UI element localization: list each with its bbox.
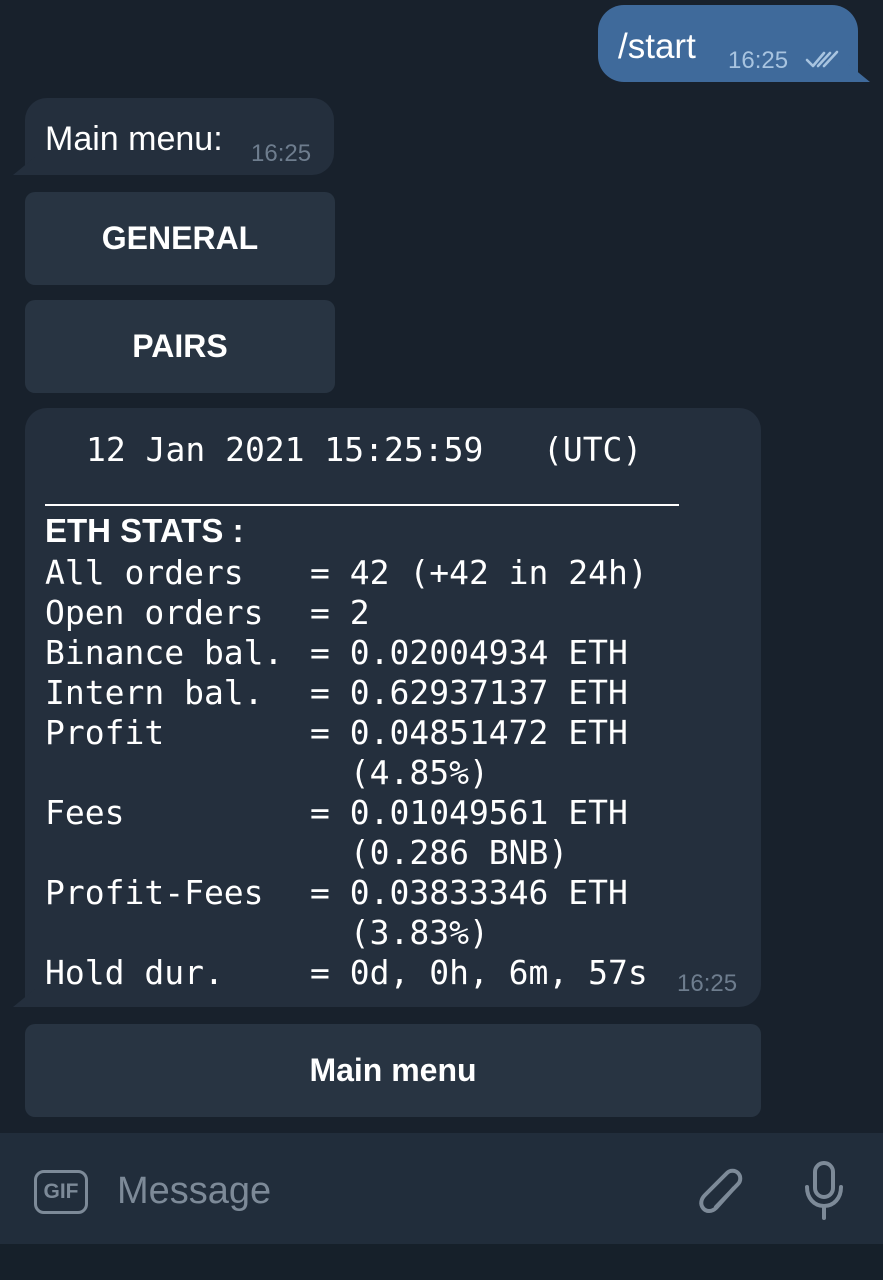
stats-label: Profit-Fees — [45, 873, 264, 912]
stats-label: Profit — [45, 713, 165, 752]
paperclip-icon[interactable] — [694, 1162, 746, 1220]
message-time: 16:25 — [251, 140, 312, 167]
double-check-icon — [805, 50, 839, 68]
microphone-icon[interactable] — [800, 1160, 848, 1222]
stats-label: Binance bal. — [45, 633, 284, 672]
stats-value: = 0.04851472 ETH — [310, 713, 628, 752]
message-time: 16:25 — [677, 970, 738, 997]
incoming-message-menu[interactable]: Main menu: 16:25 — [13, 98, 334, 175]
stats-value: (4.85%) — [310, 753, 489, 792]
stats-label: Fees — [45, 793, 125, 832]
pairs-button[interactable]: PAIRS — [25, 300, 335, 393]
bubble-tail — [13, 157, 35, 175]
stats-value: = 0.02004934 ETH — [310, 633, 628, 672]
message-text: Main menu: — [45, 120, 223, 158]
stats-label: All orders — [45, 553, 244, 592]
message-text: /start — [618, 27, 696, 66]
main-menu-button[interactable]: Main menu — [25, 1024, 761, 1117]
stats-value: = 42 (+42 in 24h) — [310, 553, 648, 592]
stats-value: = 0.03833346 ETH — [310, 873, 628, 912]
bubble-tail — [848, 64, 870, 82]
stats-value: (0.286 BNB) — [310, 833, 569, 872]
stats-value: = 0d, 0h, 6m, 57s — [310, 953, 648, 992]
stats-label: Intern bal. — [45, 673, 264, 712]
stats-date: 12 Jan 2021 15:25:59 (UTC) — [86, 430, 643, 469]
stats-value: = 0.62937137 ETH — [310, 673, 628, 712]
chat-area: /start 16:25 Main menu: 16:25 GENERAL PA… — [0, 0, 883, 1133]
stats-value: = 0.01049561 ETH — [310, 793, 628, 832]
stats-value: = 2 — [310, 593, 370, 632]
stats-label: Open orders — [45, 593, 264, 632]
stats-label: Hold dur. — [45, 953, 224, 992]
system-nav-strip — [0, 1244, 883, 1280]
stats-heading: ETH STATS : — [45, 512, 244, 549]
stats-value: (3.83%) — [310, 913, 489, 952]
message-input[interactable] — [117, 1166, 657, 1216]
outgoing-message[interactable]: /start 16:25 — [598, 5, 870, 82]
gif-icon[interactable]: GIF — [34, 1170, 88, 1214]
bubble-tail — [13, 989, 35, 1007]
stats-divider — [45, 504, 679, 506]
general-button[interactable]: GENERAL — [25, 192, 335, 285]
message-time: 16:25 — [728, 47, 789, 74]
incoming-message-stats[interactable]: 12 Jan 2021 15:25:59 (UTC) ETH STATS : A… — [13, 408, 761, 1007]
